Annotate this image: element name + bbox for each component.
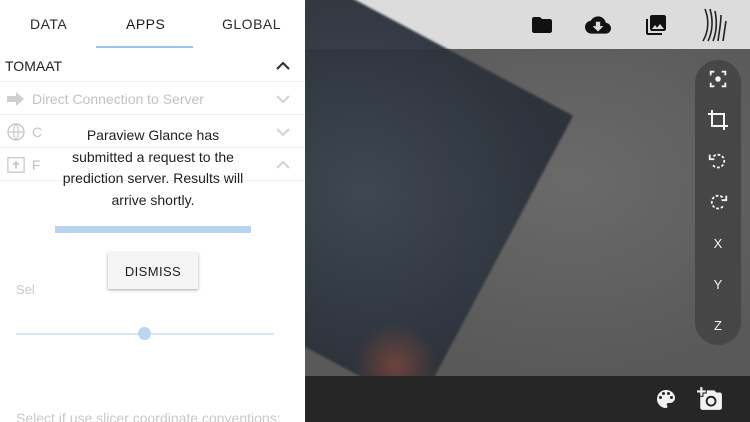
select-label: Sel <box>16 282 35 297</box>
tab-data[interactable]: DATA <box>30 16 67 32</box>
side-drawer: DATA APPS GLOBAL TOMAAT Direct Connectio… <box>0 0 305 422</box>
slider-thumb[interactable] <box>138 327 151 340</box>
render-viewer[interactable]: X Y Z <box>305 0 750 422</box>
arrow-right-icon <box>7 90 25 108</box>
crop-icon[interactable] <box>695 103 741 137</box>
chevron-down-icon[interactable] <box>274 90 292 108</box>
progress-fill <box>55 226 251 233</box>
volume-rendering <box>305 0 574 408</box>
tab-global[interactable]: GLOBAL <box>222 16 281 32</box>
cloud-download-icon[interactable] <box>583 10 613 40</box>
chevron-up-icon[interactable] <box>274 57 292 75</box>
rotate-left-icon[interactable] <box>695 144 741 178</box>
axis-x-button[interactable]: X <box>695 226 741 260</box>
tab-apps[interactable]: APPS <box>126 16 165 32</box>
slicer-convention-label: Select if use slicer coordinate conventi… <box>16 410 281 422</box>
row-label: C <box>32 124 43 140</box>
section-title: TOMAAT <box>5 58 63 74</box>
row-direct-connection[interactable]: Direct Connection to Server <box>0 82 305 115</box>
globe-icon <box>7 123 25 141</box>
chevron-down-icon[interactable] <box>274 123 292 141</box>
bottom-toolbar <box>305 376 750 422</box>
chevron-up-icon[interactable] <box>274 156 292 174</box>
drawer-tabs: DATA APPS GLOBAL <box>0 0 305 49</box>
row-label: Direct Connection to Server <box>32 91 204 107</box>
axis-y-button[interactable]: Y <box>695 267 741 301</box>
active-tab-indicator <box>96 46 193 48</box>
image-gallery-icon[interactable] <box>641 10 671 40</box>
progress-bar <box>55 226 251 233</box>
folder-icon[interactable] <box>527 10 557 40</box>
dialog-message: Paraview Glance has submitted a request … <box>62 127 244 208</box>
view-tools-panel: X Y Z <box>695 60 741 345</box>
rotate-right-icon[interactable] <box>695 185 741 219</box>
render-canvas[interactable] <box>305 0 750 408</box>
palette-icon[interactable] <box>652 385 680 413</box>
section-header-tomaat[interactable]: TOMAAT <box>0 49 305 82</box>
dismiss-button[interactable]: DISMISS <box>108 253 198 289</box>
axis-z-button[interactable]: Z <box>695 308 741 342</box>
add-screenshot-icon[interactable] <box>696 385 724 413</box>
glance-logo-icon <box>697 6 731 44</box>
focus-icon[interactable] <box>695 62 741 96</box>
row-label: F <box>32 157 41 173</box>
upload-box-icon <box>7 156 25 174</box>
